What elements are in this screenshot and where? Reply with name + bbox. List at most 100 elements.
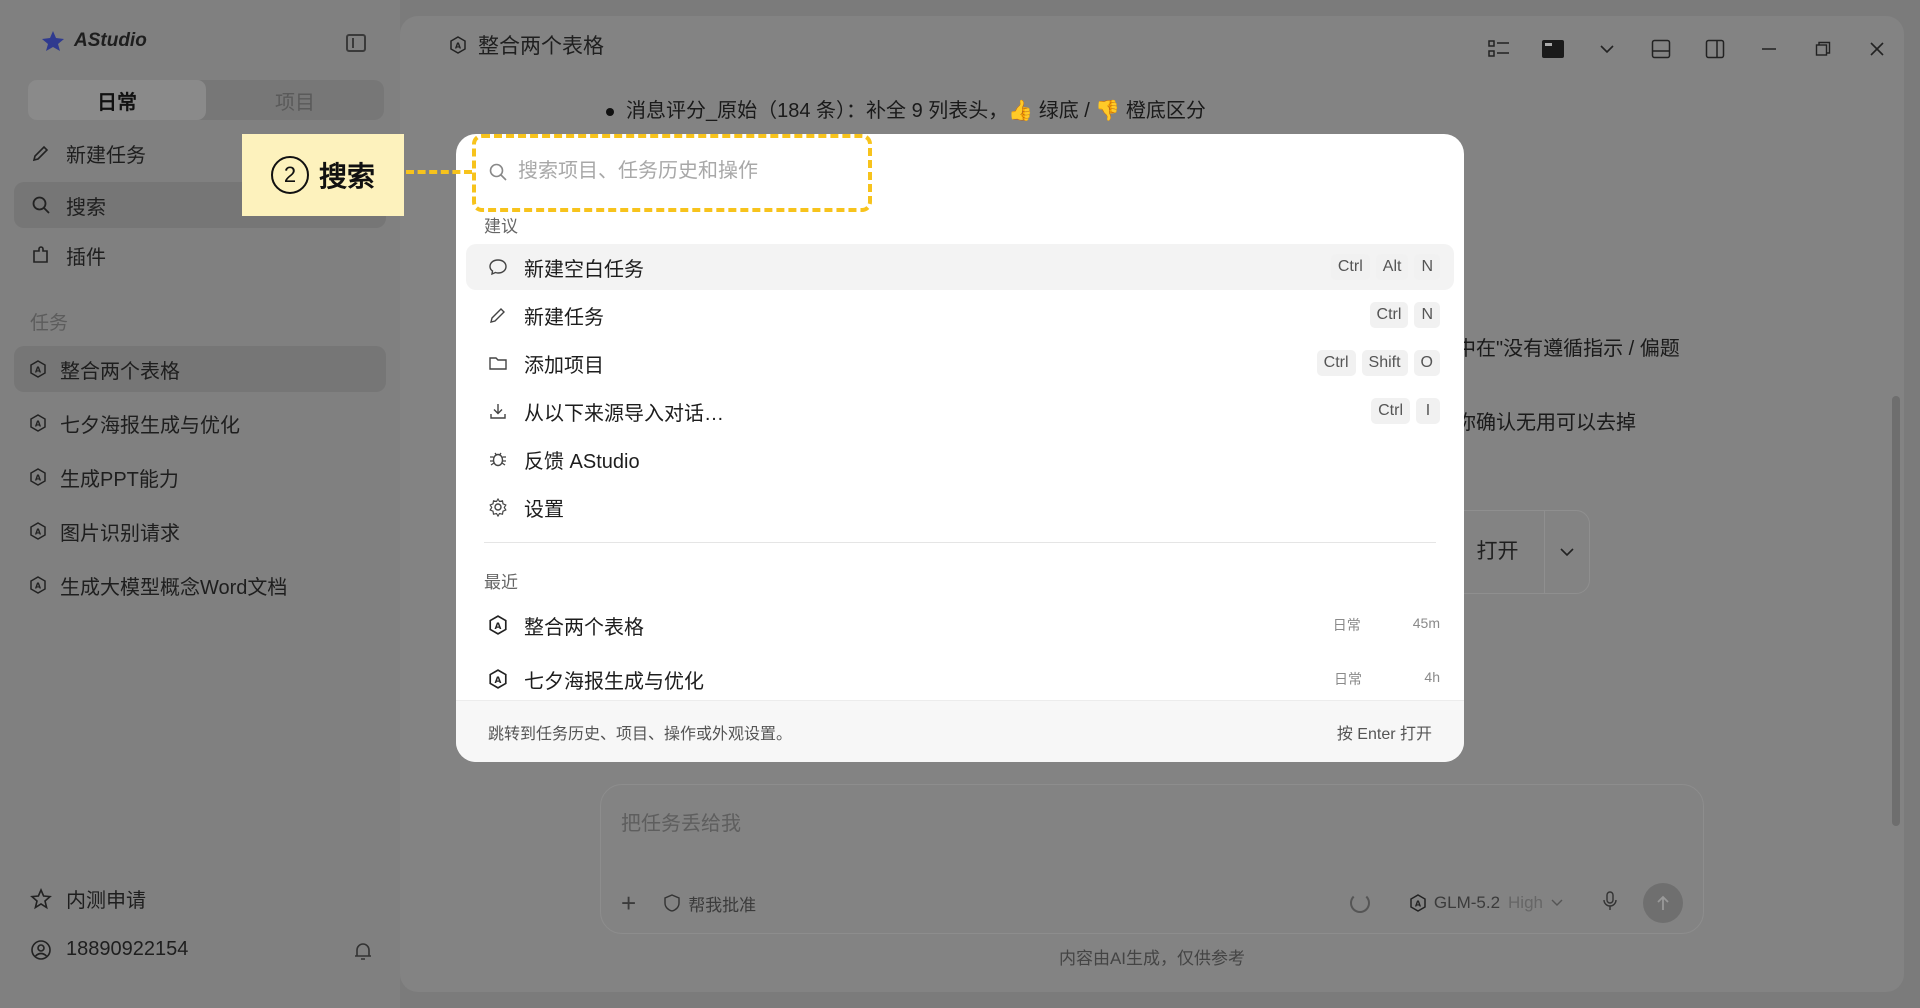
task-label: 生成大模型概念Word文档 (60, 576, 288, 599)
model-name: GLM-5.2 (1433, 893, 1501, 912)
bg-message-line: 你确认无用可以去掉 (1456, 412, 1636, 434)
key-cap: Shift (1361, 350, 1408, 376)
svg-text:A: A (35, 366, 42, 375)
svg-text:A: A (35, 420, 42, 429)
recent-meta: 日常 45m (1333, 615, 1440, 635)
suggestion-item[interactable]: 新建空白任务 Ctrl Alt N (466, 244, 1454, 290)
outline-icon[interactable] (1472, 34, 1526, 64)
window-toolbar (1472, 34, 1904, 64)
open-split-button: 打开 (1450, 510, 1590, 594)
minimize-icon[interactable] (1742, 34, 1796, 64)
bg-message-line: 中在"没有遵循指示 / 偏题 (1456, 338, 1680, 360)
chat-bubble-icon (486, 255, 510, 279)
suggestion-label: 添加项目 (524, 354, 604, 377)
account-item[interactable]: 18890922154 (30, 938, 188, 961)
task-badge-icon: A (486, 667, 510, 691)
footer-hint: 跳转到任务历史、项目、操作或外观设置。 (488, 725, 793, 743)
suggestion-label: 设置 (524, 498, 564, 521)
plugin-icon (30, 244, 52, 266)
key-cap: N (1414, 254, 1440, 280)
restore-icon[interactable] (1796, 34, 1850, 64)
add-icon[interactable]: + (621, 888, 636, 919)
mic-icon[interactable] (1603, 890, 1617, 916)
divider (484, 542, 1436, 543)
bullet-dot (606, 107, 614, 116)
svg-text:A: A (495, 622, 502, 632)
segment-daily[interactable]: 日常 (28, 80, 206, 120)
composer-input[interactable]: 把任务丢给我 (621, 807, 741, 836)
svg-text:A: A (35, 474, 42, 483)
user-icon (31, 939, 51, 960)
task-item[interactable]: A 整合两个表格 (14, 346, 386, 392)
key-cap: Ctrl (1371, 398, 1410, 424)
pencil-icon (486, 303, 510, 327)
key-cap: Alt (1375, 254, 1409, 280)
close-icon[interactable] (1850, 34, 1904, 64)
task-item[interactable]: A 图片识别请求 (14, 508, 386, 554)
star-icon (30, 887, 52, 909)
shortcut-keys: Ctrl Alt N (1330, 254, 1440, 280)
search-icon (30, 194, 52, 216)
suggestion-item[interactable]: 反馈 AStudio (466, 436, 1454, 482)
chevron-down-icon[interactable] (1580, 34, 1634, 64)
model-selector[interactable]: A GLM-5.2 High (1410, 893, 1563, 913)
suggestion-label: 从以下来源导入对话… (524, 402, 724, 425)
bottom-panel-icon[interactable] (1634, 34, 1688, 64)
suggestion-item[interactable]: 从以下来源导入对话… Ctrl I (466, 388, 1454, 434)
task-label: 整合两个表格 (60, 360, 180, 383)
palette-footer: 跳转到任务历史、项目、操作或外观设置。 按 Enter 打开 (456, 700, 1464, 762)
loading-spinner-icon (1349, 893, 1370, 913)
suggestion-label: 反馈 AStudio (524, 450, 640, 473)
nav-plugins[interactable]: 插件 (14, 232, 386, 278)
key-cap: Ctrl (1369, 302, 1409, 328)
recent-item[interactable]: A 七夕海报生成与优化 日常 4h (466, 656, 1454, 702)
chevron-down-icon[interactable] (1545, 547, 1589, 557)
command-palette: 建议 新建空白任务 Ctrl Alt N 新建任务 Ctrl N 添加项目 Ct… (456, 134, 1464, 762)
task-badge-icon: A (30, 468, 46, 486)
svg-text:A: A (35, 582, 42, 591)
task-item[interactable]: A 生成PPT能力 (14, 454, 386, 500)
suggestion-item[interactable]: 添加项目 Ctrl Shift O (466, 340, 1454, 386)
open-button[interactable]: 打开 (1451, 510, 1545, 594)
approve-toggle[interactable]: 帮我批准 (664, 891, 756, 916)
scrollbar[interactable] (1892, 396, 1900, 826)
task-item[interactable]: A 生成大模型概念Word文档 (14, 562, 386, 608)
approve-label: 帮我批准 (688, 895, 757, 915)
terminal-icon[interactable] (1526, 34, 1580, 64)
highlight-dashed-box (472, 134, 872, 212)
recent-item[interactable]: A 整合两个表格 日常 45m (466, 602, 1454, 648)
step-label: 搜索 (318, 161, 375, 192)
model-level: High (1508, 893, 1543, 912)
recent-label: 整合两个表格 (524, 616, 644, 639)
app-logo: AStudio (40, 30, 147, 52)
task-badge-icon: A (450, 36, 466, 54)
recent-scope: 日常 (1332, 617, 1361, 633)
task-badge-icon: A (30, 576, 46, 594)
callout-connector (406, 170, 472, 174)
send-button[interactable] (1643, 883, 1683, 923)
arrow-up-icon (1657, 895, 1669, 910)
bg-message-line: 消息评分_原始（184 条）：补全 9 列表头，👍 绿底 / 👎 橙底区分 (606, 94, 1206, 123)
suggestion-item[interactable]: 设置 (466, 484, 1454, 530)
recent-scope: 日常 (1334, 671, 1362, 687)
key-cap: N (1414, 302, 1440, 328)
task-label: 图片识别请求 (60, 522, 180, 545)
folder-icon (486, 351, 510, 375)
gear-icon (486, 495, 510, 519)
side-panel-icon[interactable] (1688, 34, 1742, 64)
segment-projects[interactable]: 项目 (206, 80, 384, 120)
svg-text:A: A (1415, 900, 1422, 909)
task-badge-icon: A (30, 522, 46, 540)
scope-switch: 日常 项目 (28, 80, 384, 120)
bell-icon[interactable] (352, 940, 374, 962)
recent-meta: 日常 4h (1334, 669, 1440, 689)
sidebar-toggle-icon[interactable] (346, 34, 366, 52)
step-number: 2 (270, 156, 309, 194)
beta-apply-link[interactable]: 内测申请 (30, 884, 146, 913)
nav-label: 新建任务 (66, 144, 146, 167)
suggestion-item[interactable]: 新建任务 Ctrl N (466, 292, 1454, 338)
key-cap: Ctrl (1330, 254, 1370, 280)
astudio-logo-icon (40, 30, 66, 52)
task-item[interactable]: A 七夕海报生成与优化 (14, 400, 386, 446)
task-badge-icon: A (30, 414, 46, 432)
